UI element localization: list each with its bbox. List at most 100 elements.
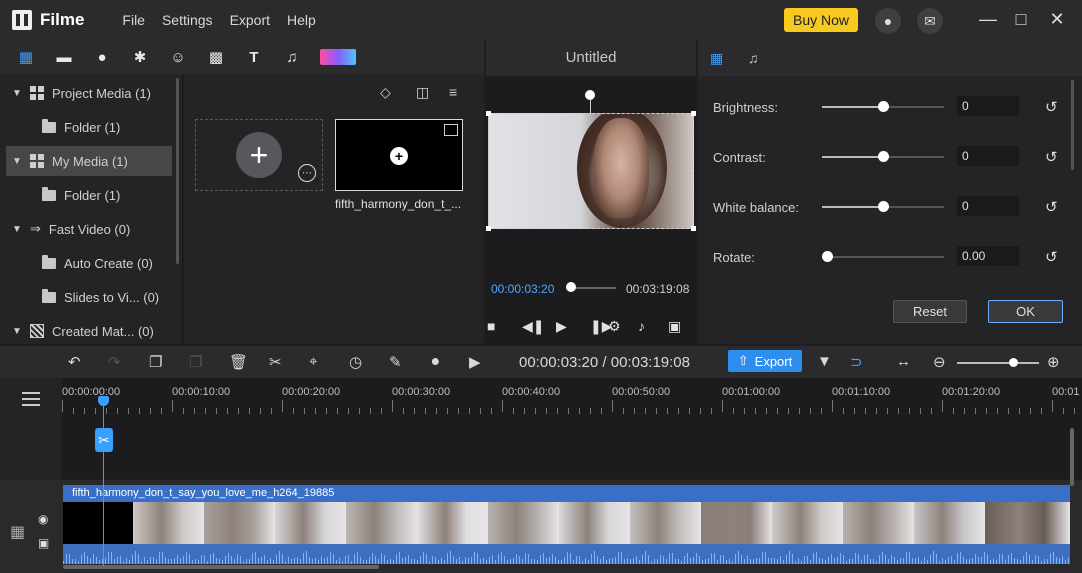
brightness-value[interactable]: 0 <box>957 96 1019 116</box>
tree-item-auto-create[interactable]: Auto Create (0) <box>6 248 172 278</box>
expand-arrow-icon[interactable]: ▼ <box>12 224 22 235</box>
maximize-icon[interactable]: □ <box>1010 9 1032 30</box>
tree-item-folder[interactable]: Folder (1) <box>6 180 172 210</box>
layers-icon[interactable]: ◇ <box>380 84 391 101</box>
fullscreen-icon[interactable]: ▣ <box>668 318 681 335</box>
menu-export[interactable]: Export <box>230 12 270 28</box>
buy-now-button[interactable]: Buy Now <box>784 8 858 32</box>
timeline-ruler[interactable]: 00:00:00:00 00:00:10:00 00:00:20:00 00:00:3… <box>62 378 1082 418</box>
import-media-box[interactable]: + ⋯ <box>195 119 323 191</box>
redo-icon[interactable]: ↷ <box>108 353 121 371</box>
rotate-handle[interactable] <box>585 90 595 100</box>
expand-arrow-icon[interactable]: ▼ <box>12 326 22 337</box>
track-clip-title[interactable]: fifth_harmony_don_t_say_you_love_me_h264… <box>63 485 1070 502</box>
zoom-knob[interactable] <box>1009 358 1018 367</box>
timeline-horizontal-scrollbar[interactable] <box>63 565 379 569</box>
tree-item-created-material[interactable]: ▼ Created Mat... (0) <box>6 316 172 346</box>
copy-icon[interactable]: ❐ <box>149 353 162 371</box>
tree-item-fast-video[interactable]: ▼ ⇒ Fast Video (0) <box>6 214 172 244</box>
preview-video-frame[interactable] <box>488 113 694 229</box>
reset-white-balance-icon[interactable]: ↺ <box>1045 198 1058 216</box>
contrast-knob[interactable] <box>878 151 889 162</box>
brightness-knob[interactable] <box>878 101 889 112</box>
menu-file[interactable]: File <box>122 12 145 28</box>
expand-arrow-icon[interactable]: ▼ <box>12 156 22 167</box>
record-icon[interactable]: ▶ <box>469 353 481 371</box>
microphone-icon[interactable]: ⚫ <box>429 353 442 371</box>
mail-icon[interactable]: ✉ <box>917 8 943 34</box>
account-icon[interactable]: ● <box>875 8 901 34</box>
volume-icon[interactable]: ♪ <box>638 318 645 334</box>
progress-knob[interactable] <box>566 282 576 292</box>
view-toggle-icon[interactable]: ◫ <box>416 84 429 101</box>
effects-icon[interactable]: ✱ <box>130 47 150 67</box>
color-gradient-icon[interactable] <box>320 49 356 65</box>
eye-icon[interactable]: ◉ <box>38 512 48 526</box>
tab-video-icon[interactable]: ▦ <box>710 50 723 67</box>
menu-help[interactable]: Help <box>287 12 316 28</box>
rotate-value[interactable]: 0.00 <box>957 246 1019 266</box>
plus-icon[interactable]: + <box>236 132 282 178</box>
hamburger-icon[interactable] <box>22 392 40 410</box>
transition-icon[interactable]: ▩ <box>206 47 226 67</box>
settings-icon[interactable]: ⚙ <box>608 318 621 335</box>
speed-icon[interactable]: ◷ <box>349 353 362 371</box>
track-clip-frames[interactable] <box>63 502 1070 544</box>
zoom-slider[interactable] <box>957 362 1039 364</box>
play-icon[interactable]: ▶ <box>556 318 567 335</box>
undo-icon[interactable]: ↶ <box>68 353 81 371</box>
delete-icon[interactable]: 🗑︎ <box>229 353 248 371</box>
paste-icon[interactable]: ❐ <box>189 353 202 371</box>
tab-audio-icon[interactable]: ♫ <box>748 50 759 66</box>
music-icon[interactable]: ♫ <box>282 47 302 67</box>
resize-handle[interactable] <box>486 111 491 116</box>
menu-settings[interactable]: Settings <box>162 12 213 28</box>
reset-brightness-icon[interactable]: ↺ <box>1045 98 1058 116</box>
marker-icon[interactable]: ▼ <box>817 353 832 370</box>
reset-contrast-icon[interactable]: ↺ <box>1045 148 1058 166</box>
zoom-out-icon[interactable]: ⊖ <box>933 353 946 371</box>
lock-icon[interactable]: ▣ <box>38 536 49 550</box>
filters-icon[interactable]: ● <box>92 47 112 67</box>
prev-frame-icon[interactable]: ◀❚ <box>522 318 545 335</box>
text-icon[interactable]: T <box>244 47 264 67</box>
tree-item-slides-to-video[interactable]: Slides to Vi... (0) <box>6 282 172 312</box>
timeline-empty-track[interactable] <box>62 418 1082 478</box>
more-icon[interactable]: ⋯ <box>298 164 316 182</box>
reset-button[interactable]: Reset <box>893 300 967 323</box>
resize-handle[interactable] <box>691 226 696 231</box>
sort-icon[interactable]: ≡ <box>449 84 457 100</box>
tree-item-folder[interactable]: Folder (1) <box>6 112 172 142</box>
track-clip-audio[interactable] <box>63 544 1070 564</box>
fit-icon[interactable]: ↔ <box>896 353 911 370</box>
resize-handle[interactable] <box>486 226 491 231</box>
ok-button[interactable]: OK <box>988 300 1063 323</box>
reset-rotate-icon[interactable]: ↺ <box>1045 248 1058 266</box>
scissor-icon[interactable]: ✂ <box>95 428 113 452</box>
crop-icon[interactable]: ⌖ <box>309 353 317 370</box>
zoom-in-icon[interactable]: ⊕ <box>1047 353 1060 371</box>
contrast-value[interactable]: 0 <box>957 146 1019 166</box>
magnet-icon[interactable]: ⊃ <box>850 353 863 371</box>
media-icon[interactable]: ▦ <box>16 47 36 67</box>
white-balance-value[interactable]: 0 <box>957 196 1019 216</box>
stop-icon[interactable]: ■ <box>487 318 495 334</box>
add-to-timeline-icon[interactable]: + <box>390 147 408 165</box>
clip-thumbnail[interactable]: + <box>335 119 463 191</box>
rotate-slider[interactable] <box>822 256 944 258</box>
tree-scrollbar[interactable] <box>176 78 179 264</box>
edit-icon[interactable]: ✎ <box>389 353 402 371</box>
folder-icon[interactable]: ▬ <box>54 47 74 67</box>
timeline-vertical-scrollbar[interactable] <box>1070 428 1074 486</box>
split-icon[interactable]: ✂ <box>269 353 282 371</box>
minimize-icon[interactable]: — <box>977 9 999 30</box>
tree-item-my-media[interactable]: ▼ My Media (1) <box>6 146 172 176</box>
resize-handle[interactable] <box>691 111 696 116</box>
properties-scrollbar[interactable] <box>1071 80 1074 170</box>
white-balance-knob[interactable] <box>878 201 889 212</box>
tree-item-project-media[interactable]: ▼ Project Media (1) <box>6 78 172 108</box>
sticker-icon[interactable]: ☺ <box>168 47 188 67</box>
rotate-knob[interactable] <box>822 251 833 262</box>
close-icon[interactable]: ✕ <box>1046 9 1068 30</box>
export-button[interactable]: ⇧ Export <box>728 350 802 372</box>
